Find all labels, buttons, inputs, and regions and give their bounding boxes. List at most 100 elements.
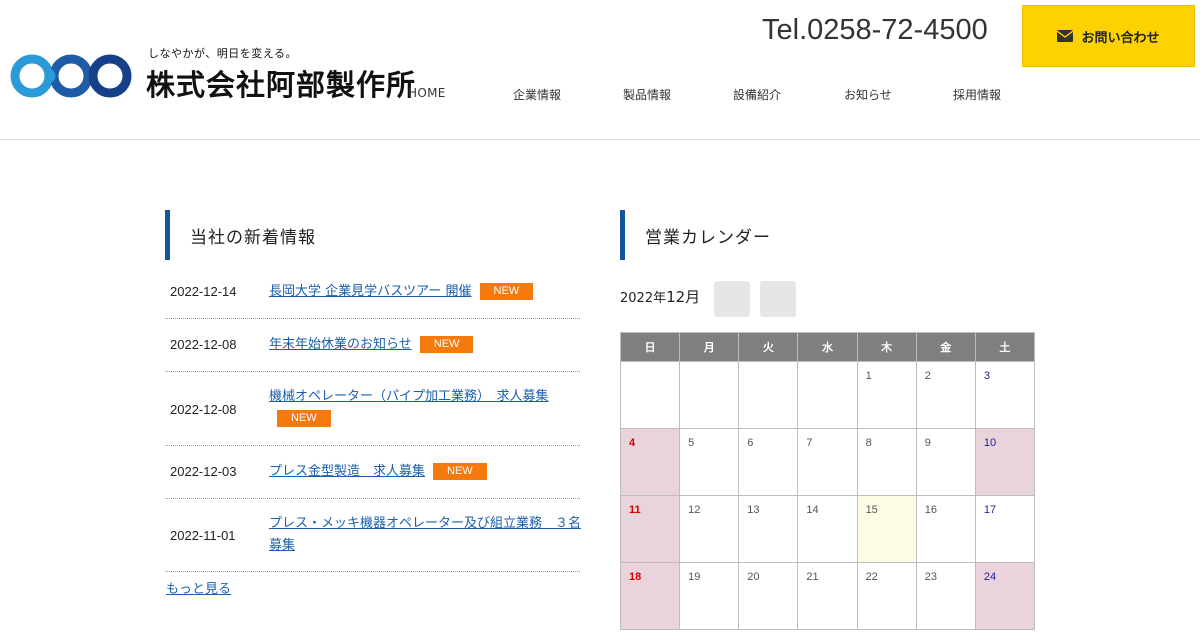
calendar-day-cell: 16 xyxy=(915,495,976,563)
calendar-day-number: 11 xyxy=(629,504,641,516)
new-badge: NEW xyxy=(433,463,487,480)
calendar-day-number: 14 xyxy=(806,504,819,516)
new-badge: NEW xyxy=(277,410,331,427)
news-item: 2022-12-08 機械オペレーター（パイプ加工業務） 求人募集 NEW xyxy=(165,372,580,446)
calendar-day-cell: 2 xyxy=(915,361,976,429)
calendar-day-number: 18 xyxy=(629,571,642,583)
business-calendar: 日月火水木金土 1 2 3 4 5 6 7 8 9 10 11 12 13 14 15 16 17 18 19 20 2… xyxy=(619,332,1036,630)
calendar-heading: 営業カレンダー xyxy=(620,210,1035,260)
calendar-week-row: 1 2 3 xyxy=(619,361,1036,429)
calendar-day-number: 2 xyxy=(924,370,931,382)
news-title: 年末年始休業のお知らせ NEW xyxy=(269,334,581,356)
calendar-day-cell: 21 xyxy=(797,562,858,630)
news-item: 2022-12-14 長岡大学 企業見学バスツアー 開催 NEW xyxy=(165,266,580,319)
news-link[interactable]: プレス・メッキ機器オペレーター及び組立業務 ３名募集 xyxy=(269,516,581,553)
calendar-day-cell xyxy=(797,361,858,429)
news-link[interactable]: 年末年始休業のお知らせ xyxy=(269,337,412,352)
company-name: 株式会社阿部製作所 xyxy=(146,68,417,102)
calendar-week-row: 11 12 13 14 15 16 17 xyxy=(619,495,1036,563)
calendar-day-cell: 6 xyxy=(738,428,799,496)
next-month-button[interactable] xyxy=(760,281,796,317)
news-date: 2022-12-03 xyxy=(170,464,237,479)
nav-news[interactable]: お知らせ xyxy=(844,86,892,103)
news-link[interactable]: プレス金型製造 求人募集 xyxy=(269,464,425,479)
nav-equipment[interactable]: 設備紹介 xyxy=(733,86,781,103)
calendar-day-number: 20 xyxy=(747,571,760,583)
news-heading: 当社の新着情報 xyxy=(165,210,580,260)
weekday-header: 月 xyxy=(679,332,740,362)
calendar-day-cell: 12 xyxy=(679,495,740,563)
calendar-day-cell: 10 xyxy=(974,428,1036,496)
calendar-year-label: 2022年 xyxy=(620,291,667,306)
calendar-day-cell: 13 xyxy=(738,495,799,563)
nav-home[interactable]: HOME xyxy=(408,86,446,100)
calendar-day-number: 19 xyxy=(688,571,701,583)
calendar-month: 2022年12月 xyxy=(620,286,700,307)
calendar-day-cell: 7 xyxy=(797,428,858,496)
site-header: しなやかが、明日を変える。 株式会社阿部製作所 Tel.0258-72-4500… xyxy=(0,0,1200,140)
tagline: しなやかが、明日を変える。 xyxy=(148,47,297,60)
news-date: 2022-12-08 xyxy=(170,337,237,352)
calendar-day-number: 6 xyxy=(747,437,754,449)
weekday-header: 木 xyxy=(856,332,917,362)
calendar-day-number: 21 xyxy=(806,571,819,583)
calendar-day-number: 23 xyxy=(924,571,937,583)
calendar-day-cell: 3 xyxy=(974,361,1036,429)
calendar-day-number: 15 xyxy=(865,504,878,516)
weekday-header: 火 xyxy=(738,332,799,362)
calendar-day-number: 5 xyxy=(688,437,695,449)
weekday-header: 土 xyxy=(974,332,1036,362)
weekday-header: 金 xyxy=(915,332,976,362)
news-link[interactable]: 長岡大学 企業見学バスツアー 開催 xyxy=(269,284,472,299)
nav-recruit[interactable]: 採用情報 xyxy=(953,86,1001,103)
news-item: 2022-12-03 プレス金型製造 求人募集 NEW xyxy=(165,446,580,499)
contact-button[interactable]: お問い合わせ xyxy=(1022,5,1195,67)
new-badge: NEW xyxy=(479,283,534,300)
mail-icon xyxy=(1057,30,1074,42)
calendar-day-number: 3 xyxy=(983,370,990,382)
news-date: 2022-11-01 xyxy=(170,528,236,543)
calendar-day-cell: 15 xyxy=(856,495,917,563)
prev-month-button[interactable] xyxy=(714,281,750,317)
calendar-day-cell: 19 xyxy=(679,562,740,630)
calendar-month-label: 12月 xyxy=(666,288,701,306)
calendar-day-cell: 22 xyxy=(856,562,917,630)
calendar-day-cell xyxy=(679,361,740,429)
news-title: 機械オペレーター（パイプ加工業務） 求人募集 NEW xyxy=(269,386,581,430)
nav-company[interactable]: 企業情報 xyxy=(513,86,561,103)
news-heading-text: 当社の新着情報 xyxy=(190,227,316,248)
nav-products[interactable]: 製品情報 xyxy=(623,86,671,103)
news-item: 2022-12-08 年末年始休業のお知らせ NEW xyxy=(165,319,580,372)
calendar-week-row: 4 5 6 7 8 9 10 xyxy=(619,428,1036,496)
calendar-day-number: 8 xyxy=(865,437,872,449)
calendar-day-number: 16 xyxy=(924,504,937,516)
calendar-day-cell: 17 xyxy=(974,495,1036,563)
calendar-day-number: 13 xyxy=(747,504,760,516)
calendar-week-row: 18 19 20 21 22 23 24 xyxy=(619,562,1036,630)
news-item: 2022-11-01 プレス・メッキ機器オペレーター及び組立業務 ３名募集 xyxy=(165,499,581,572)
calendar-day-cell: 14 xyxy=(797,495,858,563)
calendar-day-cell: 23 xyxy=(915,562,976,630)
calendar-day-cell: 24 xyxy=(974,562,1036,630)
calendar-day-number: 10 xyxy=(983,437,997,449)
news-title: プレス金型製造 求人募集 NEW xyxy=(269,461,581,483)
logo-rings-icon xyxy=(10,54,132,98)
more-news-link[interactable]: もっと見る xyxy=(166,578,231,597)
weekday-header: 水 xyxy=(797,332,858,362)
news-date: 2022-12-14 xyxy=(170,284,237,299)
calendar-day-cell: 20 xyxy=(738,562,799,630)
news-date: 2022-12-08 xyxy=(170,402,237,417)
calendar-day-cell: 8 xyxy=(856,428,917,496)
calendar-day-number: 12 xyxy=(688,504,701,516)
news-title: プレス・メッキ機器オペレーター及び組立業務 ３名募集 xyxy=(269,513,581,557)
calendar-day-number: 4 xyxy=(629,437,636,449)
calendar-day-cell: 4 xyxy=(619,428,681,496)
calendar-day-cell: 18 xyxy=(619,562,681,630)
calendar-day-number: 22 xyxy=(865,571,878,583)
calendar-day-cell: 5 xyxy=(679,428,740,496)
calendar-heading-text: 営業カレンダー xyxy=(645,227,771,248)
new-badge: NEW xyxy=(419,336,474,353)
weekday-header: 日 xyxy=(619,332,681,362)
news-link[interactable]: 機械オペレーター（パイプ加工業務） 求人募集 xyxy=(269,389,549,404)
calendar-day-number: 17 xyxy=(983,504,997,516)
